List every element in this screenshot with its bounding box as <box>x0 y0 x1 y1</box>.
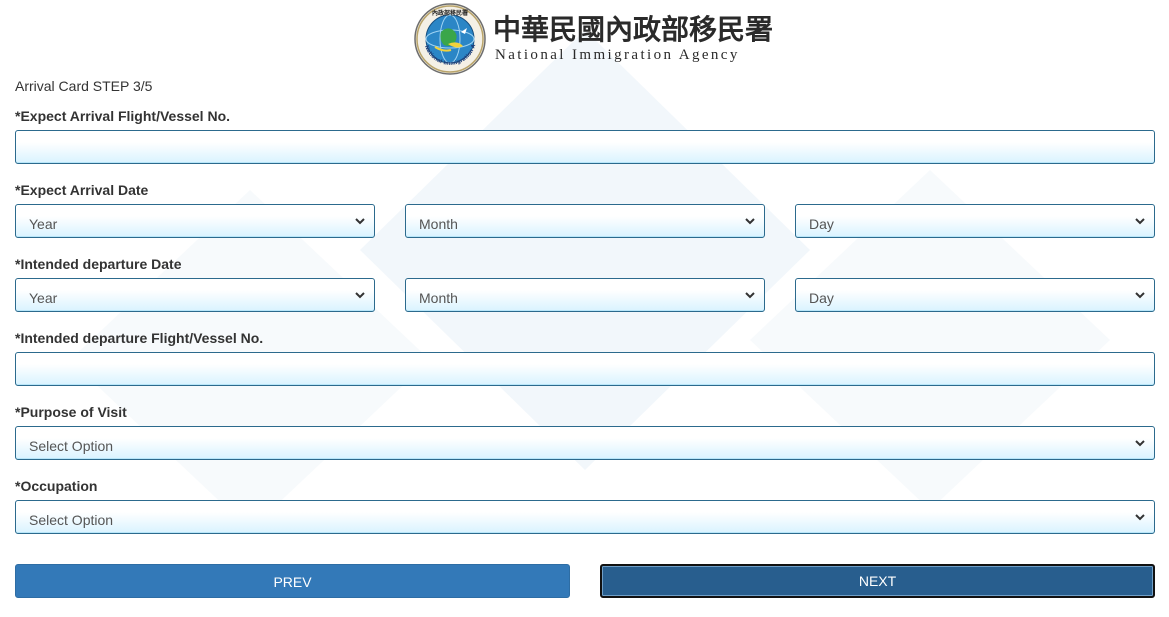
arrival-year-value: Year <box>29 216 58 232</box>
chevron-down-icon <box>1135 292 1145 299</box>
arrival-year-select[interactable]: Year <box>15 204 375 238</box>
departure-year-select[interactable]: Year <box>15 278 375 312</box>
purpose-value: Select Option <box>29 438 114 454</box>
agency-logo-icon: 內政部移民署 National Immigration Agency <box>413 2 486 75</box>
logo-top-text: 內政部移民署 <box>432 9 468 17</box>
departure-date-label: *Intended departure Date <box>15 256 182 272</box>
departure-month-select[interactable]: Month <box>405 278 765 312</box>
arrival-flight-label: *Expect Arrival Flight/Vessel No. <box>15 108 231 124</box>
chevron-down-icon <box>745 218 755 225</box>
occupation-value: Select Option <box>29 512 114 528</box>
arrival-day-value: Day <box>809 216 834 232</box>
departure-year-value: Year <box>29 290 58 306</box>
occupation-select[interactable]: Select Option <box>15 500 1155 534</box>
agency-title-english: National Immigration Agency <box>495 47 740 63</box>
departure-flight-label: *Intended departure Flight/Vessel No. <box>15 330 264 346</box>
chevron-down-icon <box>745 292 755 299</box>
chevron-down-icon <box>1135 440 1145 447</box>
arrival-date-label: *Expect Arrival Date <box>15 182 149 198</box>
chevron-down-icon <box>355 292 365 299</box>
next-button[interactable]: NEXT <box>600 564 1155 598</box>
background-diamond <box>360 30 810 470</box>
agency-title-chinese: 中華民國內政部移民署 <box>493 13 774 46</box>
arrival-month-select[interactable]: Month <box>405 204 765 238</box>
prev-button[interactable]: PREV <box>15 564 570 598</box>
chevron-down-icon <box>1135 514 1145 521</box>
purpose-label: *Purpose of Visit <box>15 404 127 420</box>
chevron-down-icon <box>355 218 365 225</box>
arrival-flight-input[interactable] <box>15 130 1155 164</box>
arrival-month-value: Month <box>419 216 458 232</box>
departure-month-value: Month <box>419 290 458 306</box>
occupation-label: *Occupation <box>15 478 98 494</box>
step-indicator: Arrival Card STEP 3/5 <box>15 78 153 94</box>
departure-flight-input[interactable] <box>15 352 1155 386</box>
departure-day-value: Day <box>809 290 834 306</box>
chevron-down-icon <box>1135 218 1145 225</box>
site-header: 內政部移民署 National Immigration Agency 中華民國內… <box>413 2 773 76</box>
purpose-select[interactable]: Select Option <box>15 426 1155 460</box>
arrival-day-select[interactable]: Day <box>795 204 1155 238</box>
departure-day-select[interactable]: Day <box>795 278 1155 312</box>
